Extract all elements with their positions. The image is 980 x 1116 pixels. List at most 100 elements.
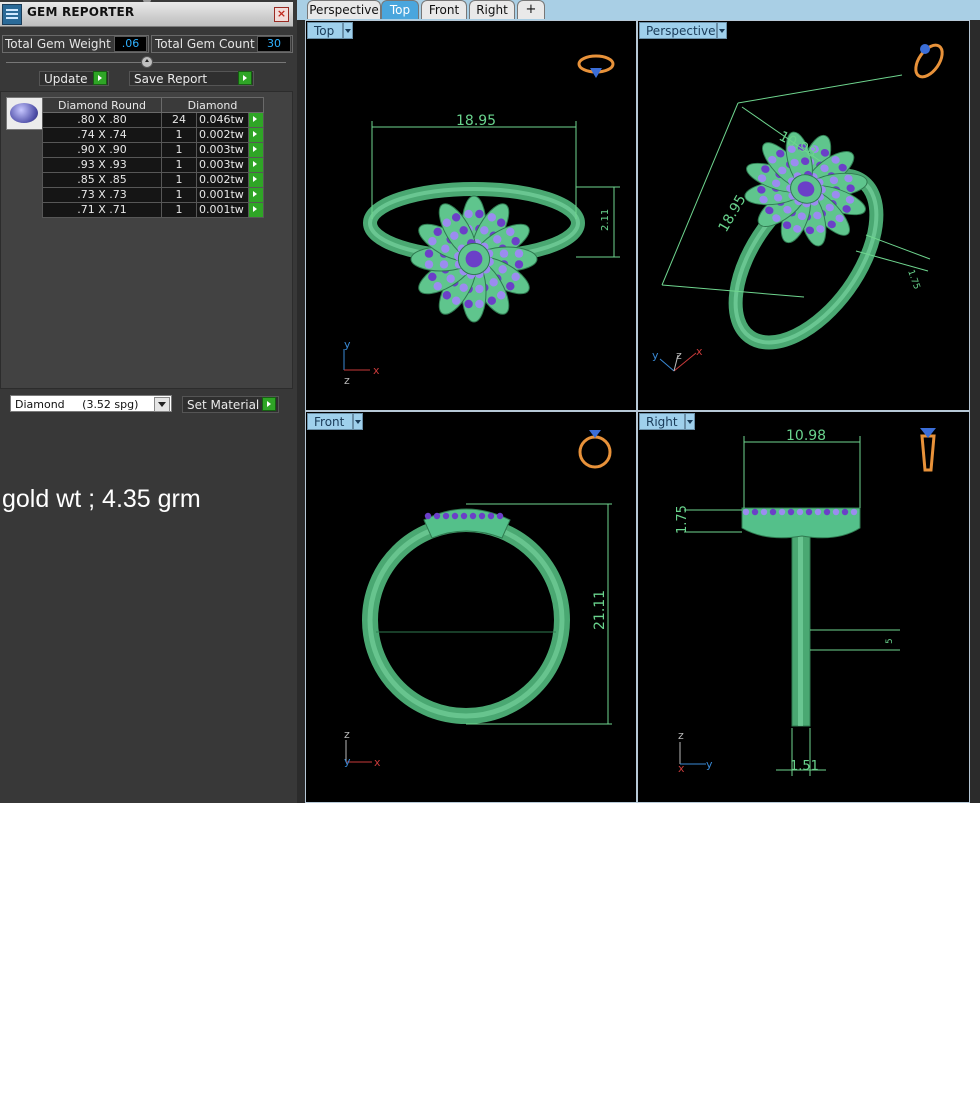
viewport-top[interactable]: Top 18.95 2.11 y z x [305,20,637,411]
tab-perspective[interactable]: Perspective [307,0,381,19]
viewport-top-menu-icon[interactable] [343,22,353,39]
table-row[interactable]: .73 X .73 1 0.001tw [42,187,264,203]
table-row[interactable]: .85 X .85 1 0.002tw [42,172,264,188]
viewport-perspective-menu-icon[interactable] [717,22,727,39]
gem-count: 1 [161,202,197,218]
top-view-canvas: 18.95 2.11 y z x [343,54,620,387]
diamond-round-icon[interactable] [6,97,43,130]
total-count-label: Total Gem Count [155,37,255,51]
axis-y-label: y [652,349,659,362]
update-button-label: Update [44,72,88,86]
axis-z-label: z [344,374,350,387]
gem-count: 1 [161,127,197,143]
collapse-knob-icon[interactable] [141,56,153,68]
dimension-height-label: 1.75 [675,505,690,534]
viewport-right-label[interactable]: Right [639,413,685,430]
dimension-length-label: 18.95 [716,192,750,235]
update-go-icon[interactable] [93,71,107,85]
gem-count: 1 [161,187,197,203]
close-icon[interactable]: × [274,7,289,22]
gem-table: Diamond Round Diamond .80 X .80 24 0.046tw… [42,97,264,218]
gem-size: .73 X .73 [42,187,162,203]
dimension-height-label: 21.11 [592,590,608,630]
gem-size: .90 X .90 [42,142,162,158]
row-go-icon[interactable] [248,142,264,158]
view-cube-icon [578,430,612,469]
axis-gizmo: z y x [344,728,381,769]
gem-size: .93 X .93 [42,157,162,173]
gem-weight: 0.046tw [196,112,249,128]
save-report-button[interactable]: Save Report [129,71,254,86]
gem-size: .80 X .80 [42,112,162,128]
gem-reporter-icon [2,4,22,25]
row-go-icon[interactable] [248,172,264,188]
axis-gizmo: z x y [678,729,713,775]
gem-weight: 0.003tw [196,157,249,173]
viewport-front-label[interactable]: Front [307,413,353,430]
total-weight-label: Total Gem Weight [5,37,111,51]
axis-z-label: z [676,349,682,362]
total-count-value: 30 [257,36,291,52]
viewport-front-menu-icon[interactable] [353,413,363,430]
view-cube-icon [914,43,944,79]
material-select-value: Diamond (3.52 spg) [15,398,139,411]
row-go-icon[interactable] [248,187,264,203]
save-report-go-icon[interactable] [238,71,252,85]
table-row[interactable]: .71 X .71 1 0.001tw [42,202,264,218]
material-select[interactable]: Diamond (3.52 spg) [10,395,172,412]
gem-weight: 0.002tw [196,127,249,143]
viewport-right[interactable]: Right 10.98 1.75 1.51 5 z x y [637,411,970,803]
dimension-band-width-label: 1.51 [790,759,819,774]
set-material-go-icon[interactable] [262,397,276,411]
panel-titlebar[interactable]: GEM REPORTER × [0,2,293,27]
view-tab-bar: Perspective Top Front Right + [297,0,980,20]
dimension-height-label: 1.75 [905,269,921,291]
set-material-button-label: Set Material [187,398,260,412]
dimension-height-label: 2.11 [600,209,611,231]
table-row[interactable]: .90 X .90 1 0.003tw [42,142,264,158]
viewport-right-menu-icon[interactable] [685,413,695,430]
axis-y-label: y [706,758,713,771]
save-report-button-label: Save Report [134,72,208,86]
axis-x-label: x [374,756,381,769]
right-view-canvas: 10.98 1.75 1.51 5 z x y [675,428,936,776]
tab-top[interactable]: Top [381,0,419,19]
axis-z-label: z [344,728,350,741]
table-row[interactable]: .74 X .74 1 0.002tw [42,127,264,143]
viewport-front[interactable]: Front 21.11 z y x [305,411,637,803]
row-go-icon[interactable] [248,202,264,218]
col-header-material: Diamond [161,97,264,113]
viewport-perspective[interactable]: Perspective 10.98 18.95 1.75 y z x [637,20,970,411]
front-view-canvas: 21.11 z y x [344,430,612,769]
axis-x-label: x [696,345,703,358]
gem-count: 1 [161,142,197,158]
axis-z-label: z [678,729,684,742]
viewport-perspective-label[interactable]: Perspective [639,22,717,39]
col-header-shape: Diamond Round [42,97,162,113]
chevron-down-icon[interactable] [154,397,170,412]
axis-gizmo: y z x [652,345,703,372]
axis-x-label: x [678,762,685,775]
add-view-icon[interactable]: + [517,0,545,19]
table-row[interactable]: .93 X .93 1 0.003tw [42,157,264,173]
view-cube-icon [920,428,936,472]
gold-weight-note: gold wt ; 4.35 grm [2,485,201,513]
row-go-icon[interactable] [248,157,264,173]
tab-right[interactable]: Right [469,0,515,19]
gem-weight: 0.001tw [196,202,249,218]
dimension-band-thickness-label: 5 [885,638,895,644]
flower-front [423,508,511,539]
viewport-top-label[interactable]: Top [307,22,343,39]
table-row[interactable]: .80 X .80 24 0.046tw [42,112,264,128]
gem-size: .71 X .71 [42,202,162,218]
row-go-icon[interactable] [248,127,264,143]
row-go-icon[interactable] [248,112,264,128]
panel-title: GEM REPORTER [27,5,135,19]
ring-band [791,521,811,727]
flower-side [741,507,861,539]
axis-y-label: y [344,755,351,768]
total-weight-value: .06 [114,36,147,52]
gem-size: .74 X .74 [42,127,162,143]
tab-front[interactable]: Front [421,0,467,19]
dimension-width-label: 18.95 [456,113,496,129]
